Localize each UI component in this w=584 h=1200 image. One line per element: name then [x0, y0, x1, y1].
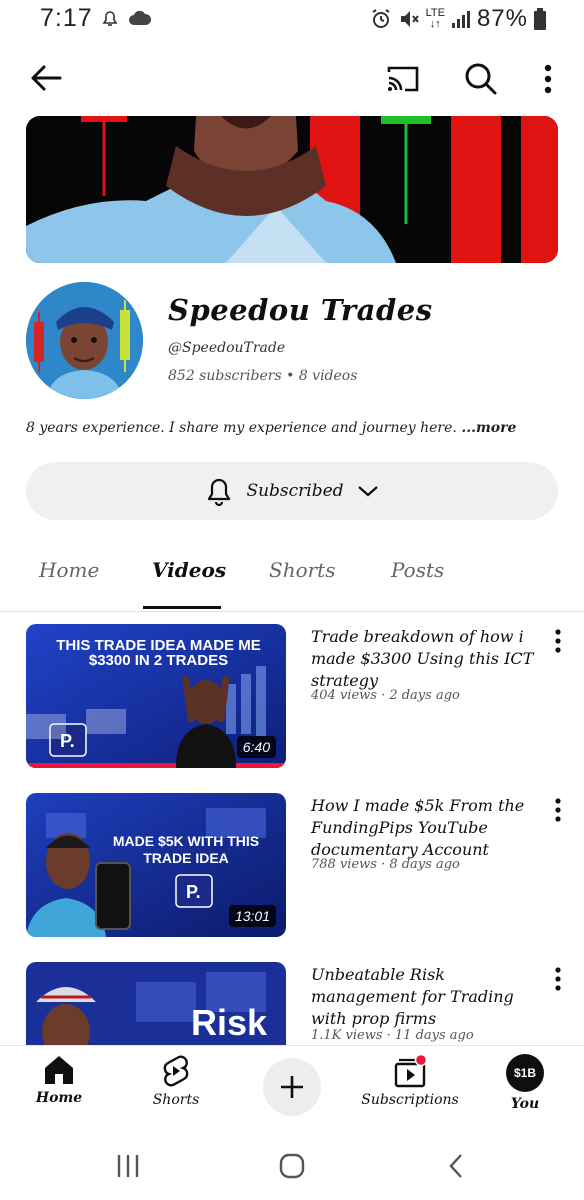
subscribed-button[interactable]: Subscribed	[26, 462, 558, 520]
top-app-bar	[0, 50, 584, 108]
nav-shorts-label: Shorts	[152, 1092, 200, 1108]
nav-subscriptions-label: Subscriptions	[361, 1092, 459, 1108]
network-label: LTE	[425, 7, 445, 19]
recent-apps-icon	[117, 1155, 139, 1177]
video-duration: 13:01	[228, 905, 276, 927]
more-vertical-icon	[555, 629, 561, 653]
subscriptions-icon	[394, 1054, 428, 1088]
avatar-image	[26, 282, 143, 399]
system-navigation-bar	[0, 1130, 584, 1200]
bell-icon	[208, 478, 231, 507]
svg-text:P.: P.	[186, 882, 201, 902]
more-vertical-icon	[555, 967, 561, 991]
thumbnail-caption: MADE $5K WITH THIS TRADE IDEA	[112, 833, 260, 866]
more-vertical-icon	[555, 798, 561, 822]
active-tab-indicator	[143, 606, 221, 609]
network-indicator: LTE ↓↑	[425, 7, 445, 30]
banner-image	[26, 116, 558, 263]
bottom-navigation: Home Shorts Subscriptions $1B You	[0, 1045, 584, 1130]
video-meta: 404 views · 2 days ago	[311, 688, 460, 703]
nav-home-label: Home	[35, 1090, 83, 1106]
video-thumbnail[interactable]: P. MADE $5K WITH THIS TRADE IDEA 13:01	[26, 793, 286, 937]
channel-tabs: Home Videos Shorts Posts	[0, 548, 584, 612]
nav-subscriptions[interactable]: Subscriptions	[360, 1054, 460, 1108]
recent-apps-button[interactable]	[108, 1146, 148, 1186]
chevron-down-icon	[357, 486, 378, 497]
more-link[interactable]: ...more	[461, 420, 516, 436]
more-vertical-icon	[544, 64, 552, 94]
thumbnail-caption: Risk	[191, 1002, 268, 1043]
video-title[interactable]: How I made $5k From the FundingPips YouT…	[311, 795, 541, 861]
battery-icon	[534, 8, 546, 30]
video-meta: 1.1K views · 11 days ago	[311, 1028, 474, 1043]
more-options-button[interactable]	[536, 58, 560, 100]
description-text: 8 years experience. I share my experienc…	[26, 420, 457, 436]
tab-shorts[interactable]: Shorts	[269, 558, 335, 582]
video-item[interactable]: P. MADE $5K WITH THIS TRADE IDEA 13:01 H…	[0, 793, 584, 943]
video-item[interactable]: P. THIS TRADE IDEA MADE ME $3300 IN 2 TR…	[0, 624, 584, 774]
mute-icon	[400, 11, 419, 27]
home-icon	[45, 1056, 73, 1084]
status-time: 7:17	[40, 4, 93, 32]
channel-avatar[interactable]	[26, 282, 143, 399]
video-more-button[interactable]	[548, 628, 568, 654]
thumbnail-caption: THIS TRADE IDEA MADE ME $3300 IN 2 TRADE…	[56, 637, 261, 669]
nav-home[interactable]: Home	[36, 1054, 82, 1106]
subscribed-label: Subscribed	[246, 481, 344, 501]
channel-description[interactable]: 8 years experience. I share my experienc…	[26, 420, 516, 436]
create-button[interactable]	[263, 1058, 321, 1116]
back-button[interactable]	[26, 58, 66, 98]
cast-icon	[387, 66, 419, 92]
channel-name: Speedou Trades	[168, 293, 433, 327]
plus-icon	[281, 1076, 303, 1098]
back-arrow-icon	[31, 65, 62, 91]
search-button[interactable]	[460, 58, 502, 100]
tab-videos[interactable]: Videos	[152, 558, 226, 582]
home-system-button[interactable]	[272, 1146, 312, 1186]
channel-stats: 852 subscribers • 8 videos	[168, 368, 358, 384]
video-item[interactable]: Risk Unbeatable Risk management for Trad…	[0, 962, 584, 1045]
alarm-clear-icon	[102, 11, 118, 26]
video-more-button[interactable]	[548, 797, 568, 823]
status-bar: 7:17 LTE ↓↑ 87%	[0, 0, 584, 40]
cloud-icon	[129, 10, 152, 25]
video-meta: 788 views · 8 days ago	[311, 857, 460, 872]
back-chevron-icon	[449, 1154, 462, 1178]
video-more-button[interactable]	[548, 966, 568, 992]
video-thumbnail[interactable]: Risk	[26, 962, 286, 1045]
status-notification-icons	[100, 8, 152, 28]
cast-button[interactable]	[382, 58, 424, 100]
nav-you-label: You	[510, 1096, 540, 1112]
channel-handle: @SpeedouTrade	[168, 340, 286, 356]
tab-posts[interactable]: Posts	[391, 558, 444, 582]
video-title[interactable]: Trade breakdown of how i made $3300 Usin…	[311, 626, 541, 692]
shorts-icon	[163, 1055, 189, 1087]
home-circle-icon	[279, 1153, 305, 1179]
search-icon	[465, 63, 497, 95]
signal-icon	[451, 11, 470, 28]
video-title[interactable]: Unbeatable Risk management for Trading w…	[311, 964, 541, 1030]
status-right: LTE ↓↑ 87%	[370, 5, 546, 33]
tab-home[interactable]: Home	[39, 558, 99, 582]
channel-banner	[26, 116, 558, 263]
battery-percent: 87%	[476, 5, 528, 32]
back-system-button[interactable]	[436, 1146, 476, 1186]
video-thumbnail[interactable]: P. THIS TRADE IDEA MADE ME $3300 IN 2 TR…	[26, 624, 286, 768]
alarm-icon	[372, 9, 390, 28]
nav-you[interactable]: $1B You	[502, 1054, 548, 1112]
you-avatar: $1B	[506, 1054, 544, 1092]
nav-shorts[interactable]: Shorts	[148, 1054, 204, 1108]
video-duration: 6:40	[236, 736, 276, 758]
